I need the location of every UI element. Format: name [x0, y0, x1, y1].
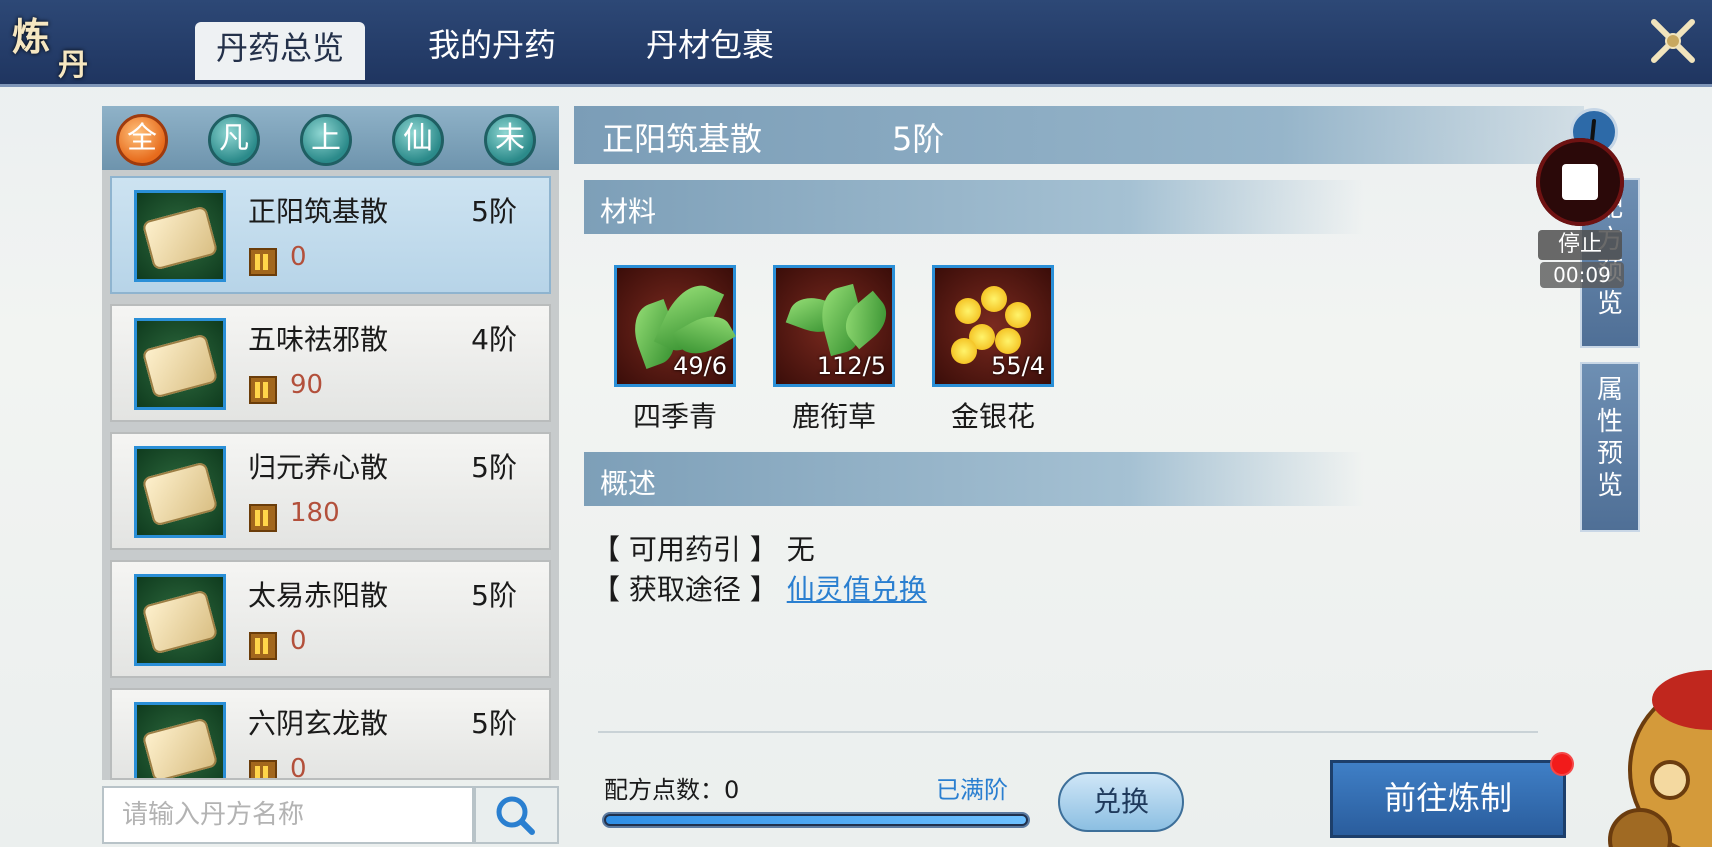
evergreen-herb-icon: 49/6	[614, 265, 736, 387]
recipe-item-4[interactable]: 太易赤阳散 5阶 0	[110, 560, 551, 678]
recipe-rank: 4阶	[471, 323, 517, 356]
filter-superior-button[interactable]: 上	[300, 114, 352, 166]
recording-timer: 00:09	[1540, 262, 1624, 288]
overview-label: 概述	[600, 467, 657, 500]
materials-section-header: 材料	[584, 180, 1364, 234]
honeysuckle-flower-icon: 55/4	[932, 265, 1054, 387]
close-button[interactable]	[1646, 14, 1700, 68]
recipe-scroll-icon	[134, 574, 226, 666]
close-icon	[1651, 19, 1695, 63]
material-name: 鹿衔草	[791, 400, 876, 433]
recipe-count: 90	[290, 370, 324, 400]
material-name: 四季青	[632, 400, 717, 433]
max-rank-label: 已满阶	[936, 776, 1008, 804]
recipe-count: 0	[290, 626, 307, 656]
guide-value: 无	[786, 533, 815, 566]
recipe-name: 太易赤阳散	[248, 579, 389, 612]
recipe-list-panel: 全 凡 上 仙 未 正阳筑基散 5阶 0 五味祛邪散 4阶 90 归元养心散 5…	[102, 106, 559, 780]
logo-char-2: 丹	[58, 48, 88, 83]
grade-filter-bar: 全 凡 上 仙 未	[102, 106, 559, 170]
pill-count-icon	[249, 248, 277, 276]
source-label: 【 获取途径 】	[592, 573, 778, 606]
recipe-count: 180	[290, 498, 340, 528]
detail-title: 正阳筑基散	[602, 120, 763, 158]
material-item-1[interactable]: 49/6 四季青	[614, 265, 736, 435]
recipe-scroll-icon	[134, 190, 226, 282]
tab-material-bag[interactable]: 丹材包裹	[646, 20, 774, 70]
tab-my-pills[interactable]: 我的丹药	[428, 20, 556, 70]
stop-recording-button[interactable]	[1536, 138, 1624, 226]
tab-pill-overview[interactable]: 丹药总览	[195, 22, 365, 80]
progress-fill	[606, 816, 1026, 824]
recipe-count: 0	[290, 754, 307, 780]
filter-all-button[interactable]: 全	[116, 114, 168, 166]
recipe-rank: 5阶	[471, 707, 517, 740]
pyrola-herb-icon: 112/5	[773, 265, 896, 387]
recipe-count: 0	[290, 242, 307, 272]
material-item-2[interactable]: 112/5 鹿衔草	[773, 265, 896, 435]
recipe-rank: 5阶	[471, 195, 517, 228]
recipe-name: 归元养心散	[248, 451, 389, 484]
filter-unowned-button[interactable]: 未	[484, 114, 536, 166]
pill-count-icon	[249, 504, 277, 532]
recipe-name: 正阳筑基散	[248, 195, 389, 228]
recipe-item-3[interactable]: 归元养心散 5阶 180	[110, 432, 551, 550]
side-tab-label: 属性预览	[1596, 375, 1623, 501]
recipe-scroll-icon	[134, 446, 226, 538]
exchange-button[interactable]: 兑换	[1058, 772, 1184, 832]
recipe-name: 六阴玄龙散	[248, 707, 389, 740]
recipe-name: 五味祛邪散	[248, 323, 389, 356]
recipe-detail-header: 正阳筑基散 5阶	[574, 106, 1584, 164]
guide-label: 【 可用药引 】	[592, 533, 778, 566]
pill-count-icon	[249, 632, 277, 660]
recipe-item-5[interactable]: 六阴玄龙散 5阶 0	[110, 688, 551, 780]
recipe-rank: 5阶	[471, 451, 517, 484]
notification-dot	[1550, 752, 1574, 776]
source-link[interactable]: 仙灵值兑换	[787, 573, 927, 606]
recipe-item-2[interactable]: 五味祛邪散 4阶 90	[110, 304, 551, 422]
recipe-search-input[interactable]	[102, 786, 474, 844]
material-item-3[interactable]: 55/4 金银花	[932, 265, 1054, 435]
recipe-rank: 5阶	[471, 579, 517, 612]
material-count: 55/4	[991, 352, 1045, 380]
filter-immortal-button[interactable]: 仙	[392, 114, 444, 166]
tab-attribute-preview[interactable]: 属性预览	[1580, 362, 1640, 532]
recipe-item-1[interactable]: 正阳筑基散 5阶 0	[110, 176, 551, 294]
material-name: 金银花	[950, 400, 1035, 433]
gourd-mascot-icon	[1600, 640, 1712, 847]
detail-rank: 5阶	[892, 120, 945, 158]
search-icon	[496, 796, 535, 835]
source-line: 【 获取途径 】 仙灵值兑换	[592, 568, 927, 608]
recipe-points-progress	[602, 812, 1030, 828]
material-count: 49/6	[673, 352, 727, 380]
search-button[interactable]	[474, 786, 559, 844]
recipe-search	[102, 786, 559, 847]
materials-label: 材料	[600, 195, 657, 228]
logo-char-1: 炼	[12, 14, 51, 59]
recipe-scroll-icon	[134, 702, 226, 778]
pill-count-icon	[249, 760, 277, 778]
material-count: 112/5	[816, 352, 886, 380]
footer-divider	[598, 731, 1538, 733]
guide-line: 【 可用药引 】 无	[592, 528, 815, 568]
recipe-scroll-icon	[134, 318, 226, 410]
top-header: 炼 丹 丹药总览 我的丹药 丹材包裹	[0, 0, 1712, 87]
stop-label: 停止	[1538, 230, 1622, 260]
overview-section-header: 概述	[584, 452, 1364, 506]
pill-count-icon	[249, 376, 277, 404]
stop-icon	[1562, 164, 1598, 200]
go-craft-button[interactable]: 前往炼制	[1330, 760, 1566, 838]
filter-common-button[interactable]: 凡	[208, 114, 260, 166]
recipe-points-label: 配方点数：0	[604, 776, 740, 804]
